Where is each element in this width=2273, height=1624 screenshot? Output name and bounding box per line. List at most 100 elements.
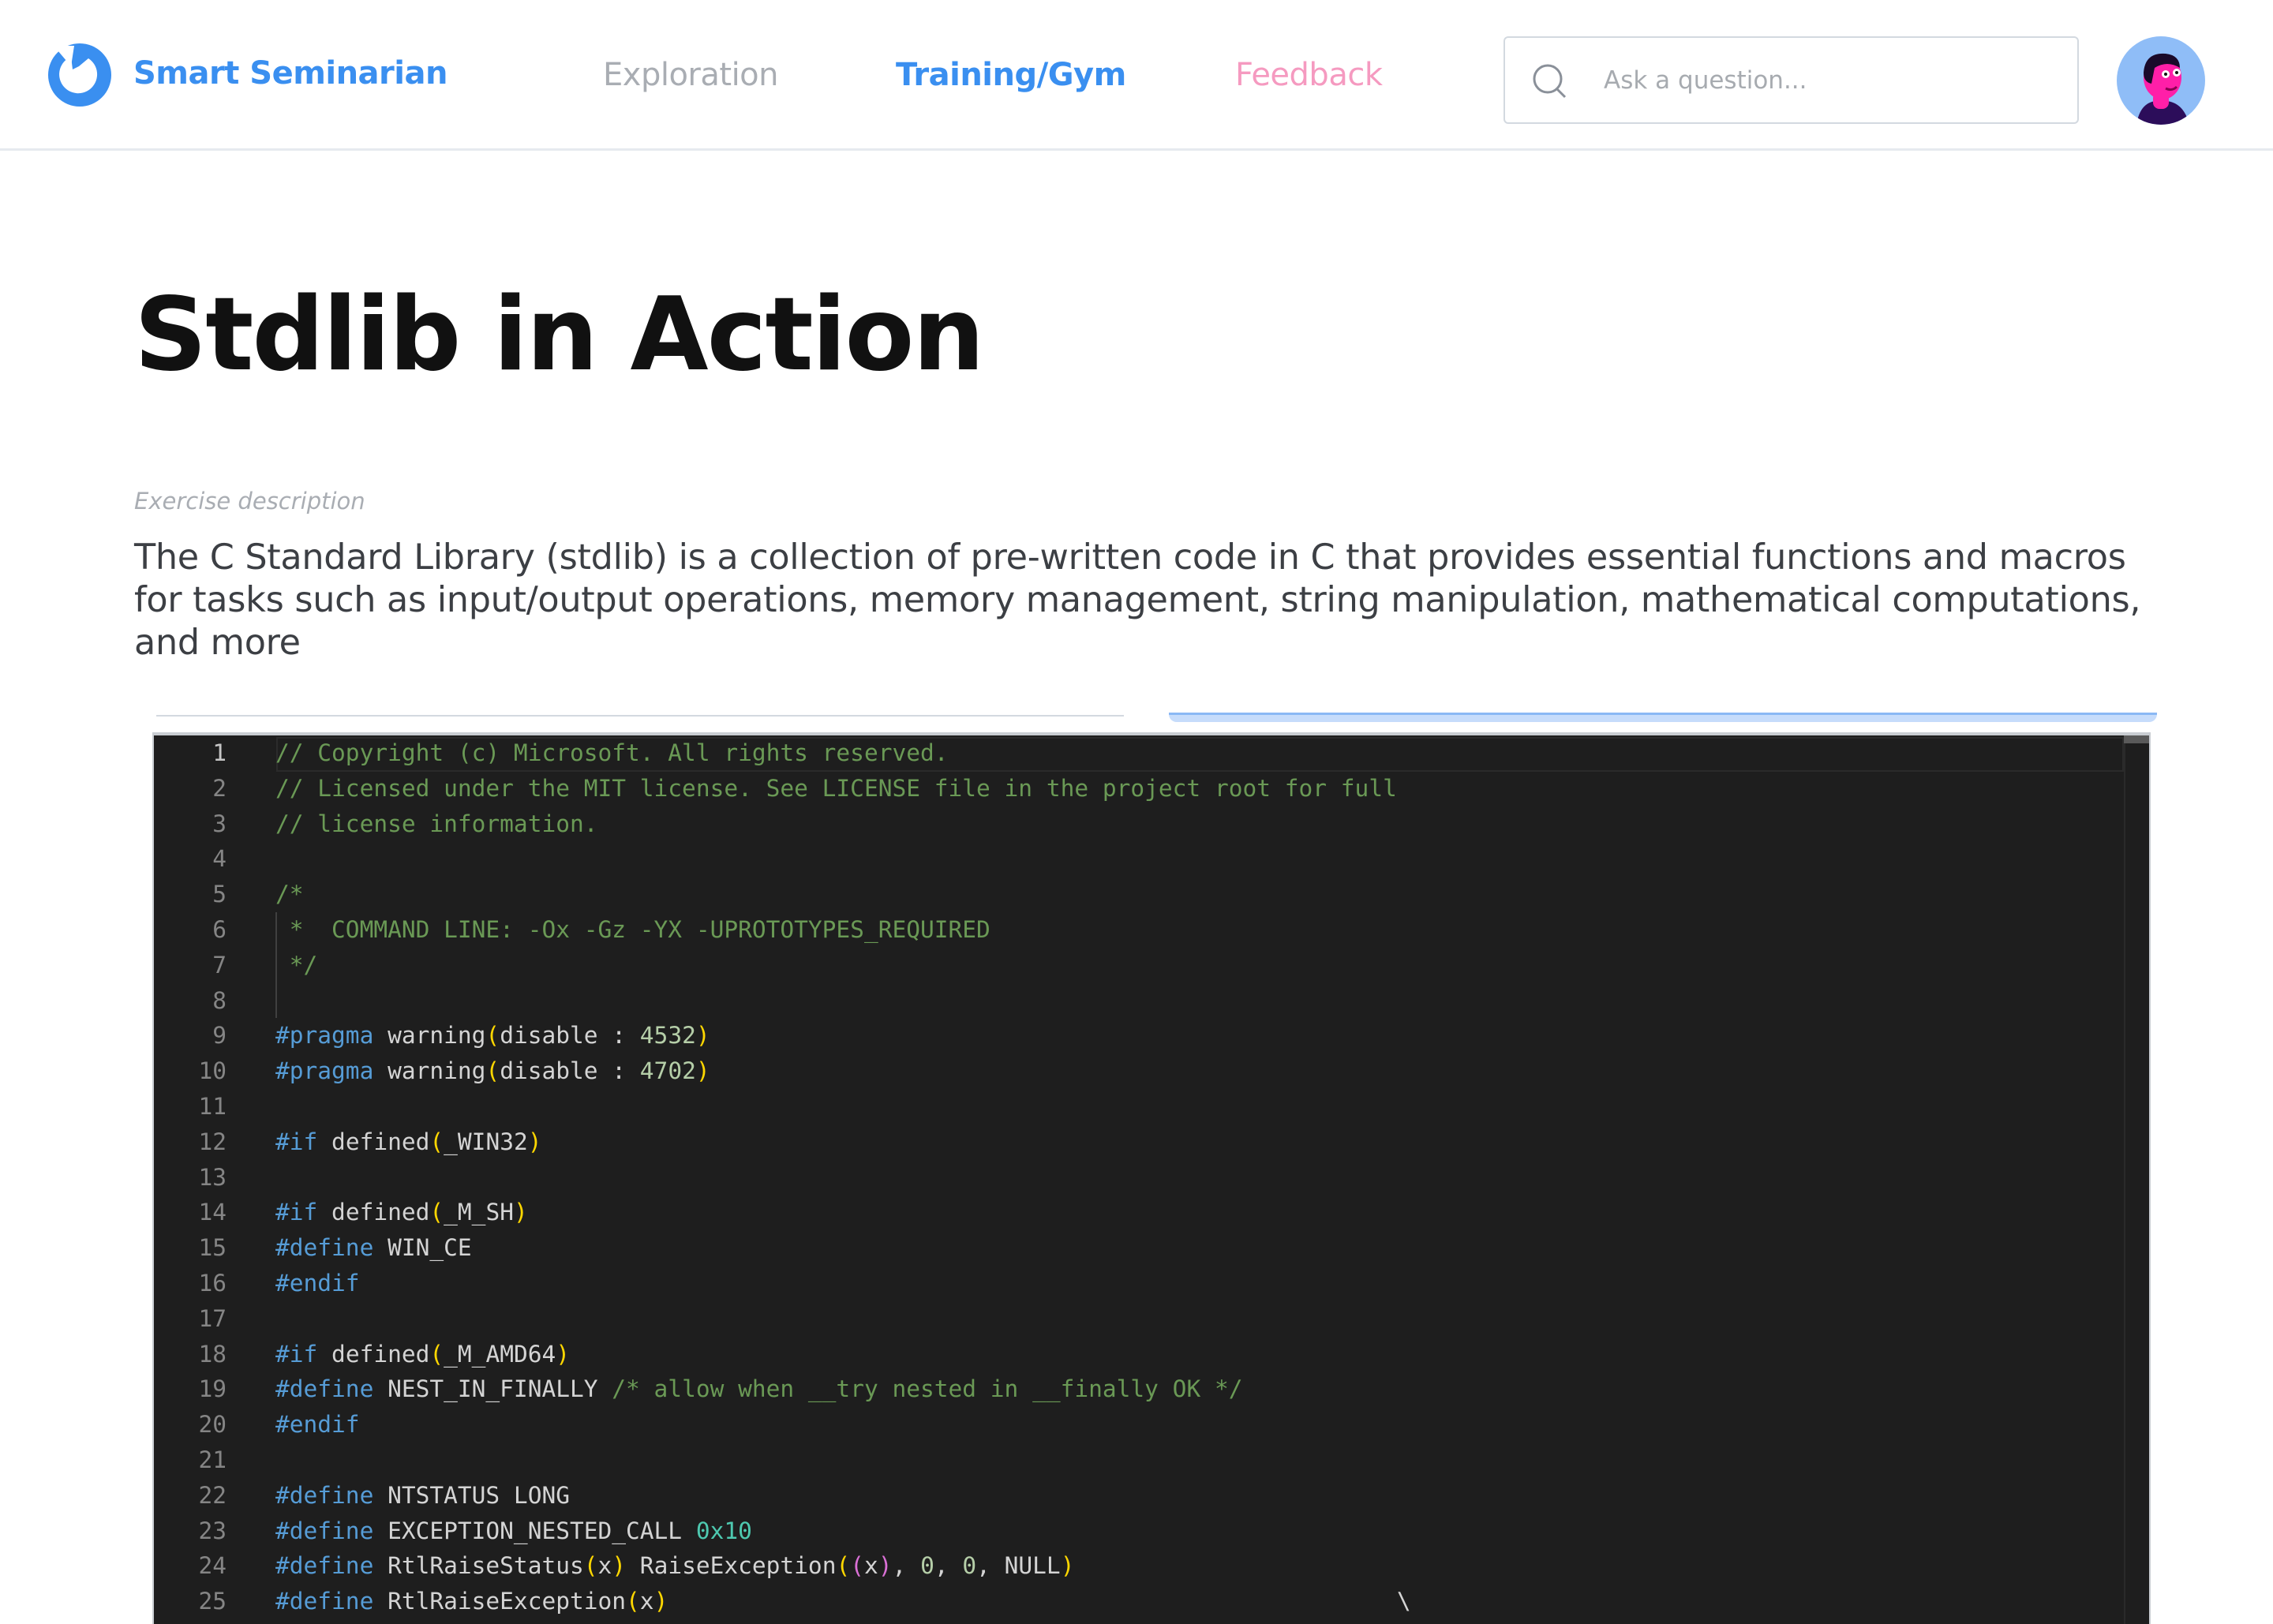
token-text: defined [317, 1340, 430, 1368]
search-icon [1533, 64, 1567, 99]
line-number: 23 [198, 1517, 227, 1544]
code-line[interactable]: 15 #define WIN_CE [154, 1230, 2149, 1266]
line-number: 15 [198, 1234, 227, 1262]
code-line[interactable]: 5 /* [154, 877, 2149, 912]
token-kw: #define [275, 1481, 374, 1509]
line-number: 18 [198, 1340, 227, 1368]
token-b1: ) [612, 1552, 627, 1580]
nav-feedback[interactable]: Feedback [1235, 57, 1383, 93]
token-b1: ) [513, 1199, 528, 1226]
token-text: _M_AMD64 [444, 1340, 556, 1368]
line-number: 25 [198, 1588, 227, 1615]
code-line[interactable]: 21 [154, 1443, 2149, 1478]
token-text: , [934, 1552, 963, 1580]
code-line[interactable]: 1 // Copyright (c) Microsoft. All rights … [154, 735, 2149, 771]
token-b1: ) [527, 1128, 542, 1155]
token-text: warning [373, 1057, 486, 1085]
token-text: _M_SH [444, 1199, 514, 1226]
logo-icon[interactable] [47, 43, 112, 107]
token-b1: ( [485, 1057, 500, 1085]
code-line[interactable]: 20 #endif [154, 1407, 2149, 1443]
token-kw: #pragma [275, 1022, 374, 1050]
indent-guide [275, 982, 277, 1019]
line-number: 24 [198, 1552, 227, 1580]
top-nav-bar: Smart Seminarian Exploration Training/Gy… [0, 0, 2273, 151]
line-number: 19 [198, 1375, 227, 1403]
code-line[interactable]: 4 [154, 841, 2149, 877]
token-b1: ( [429, 1199, 444, 1226]
search-box[interactable] [1503, 36, 2079, 124]
code-line[interactable]: 11 [154, 1089, 2149, 1124]
scrollbar-thumb[interactable] [2124, 735, 2149, 743]
line-number: 22 [198, 1481, 227, 1509]
description-label: Exercise description [134, 488, 365, 515]
search-input[interactable] [1604, 58, 2046, 103]
nav-training-gym[interactable]: Training/Gym [896, 57, 1126, 93]
token-text: RaiseException [626, 1552, 837, 1580]
code-line[interactable]: 12 #if defined(_WIN32) [154, 1124, 2149, 1160]
code-line[interactable]: 6 * COMMAND LINE: -Ox -Gz -YX -UPROTOTYP… [154, 911, 2149, 948]
code-line[interactable]: 22 #define NTSTATUS LONG [154, 1478, 2149, 1514]
code-line[interactable]: 3 // license information. [154, 806, 2149, 842]
token-text: \ [668, 1588, 1411, 1615]
line-code: /* [275, 877, 304, 912]
code-line[interactable]: 25 #define RtlRaiseException(x) \ [154, 1584, 2149, 1619]
line-code: // Copyright (c) Microsoft. All rights r… [275, 735, 949, 771]
token-b1: ( [583, 1552, 598, 1580]
nav-exploration[interactable]: Exploration [603, 57, 779, 93]
line-code: // Licensed under the MIT license. See L… [275, 771, 1397, 806]
code-line[interactable]: 16 #endif [154, 1266, 2149, 1301]
page-title: Stdlib in Action [134, 276, 985, 394]
token-b2: ( [850, 1552, 864, 1580]
line-code: // license information. [275, 806, 598, 842]
line-code: #define RtlRaiseStatus(x) RaiseException… [275, 1548, 1074, 1584]
token-text: EXCEPTION_NESTED_CALL [373, 1517, 696, 1544]
line-number: 8 [212, 986, 227, 1014]
token-comment: // Copyright (c) Microsoft. All rights r… [275, 739, 949, 766]
code-line[interactable]: 13 [154, 1160, 2149, 1196]
token-kw: #pragma [275, 1057, 374, 1085]
token-b1: ) [556, 1340, 571, 1368]
brand-name[interactable]: Smart Seminarian [133, 55, 447, 92]
token-text: defined [317, 1128, 430, 1155]
code-line[interactable]: 24 #define RtlRaiseStatus(x) RaiseExcepti… [154, 1548, 2149, 1584]
line-number: 21 [198, 1446, 227, 1473]
token-text: RtlRaiseException [373, 1588, 627, 1615]
code-lines: 1 // Copyright (c) Microsoft. All rights … [154, 735, 2149, 1619]
token-kw: #endif [275, 1269, 360, 1297]
vertical-scrollbar[interactable] [2124, 735, 2149, 1624]
line-number: 3 [212, 810, 227, 837]
line-number: 1 [212, 739, 227, 766]
code-editor[interactable]: 1 // Copyright (c) Microsoft. All rights … [152, 732, 2151, 1624]
code-line[interactable]: 7 */ [154, 947, 2149, 983]
token-kw: #define [275, 1375, 374, 1403]
token-kw: #if [275, 1340, 318, 1368]
line-number: 14 [198, 1199, 227, 1226]
line-code: */ [275, 948, 318, 983]
code-line[interactable]: 9 #pragma warning(disable : 4532) [154, 1018, 2149, 1053]
token-comment: // Licensed under the MIT license. See L… [275, 774, 1397, 802]
line-number: 13 [198, 1163, 227, 1191]
token-text: disable : [500, 1057, 640, 1085]
line-number: 6 [212, 915, 227, 943]
code-line[interactable]: 2 // Licensed under the MIT license. See … [154, 771, 2149, 806]
tab-inactive[interactable] [156, 715, 1124, 717]
line-code: * COMMAND LINE: -Ox -Gz -YX -UPROTOTYPES… [275, 912, 990, 948]
token-text: x [597, 1552, 612, 1580]
code-line[interactable]: 23 #define EXCEPTION_NESTED_CALL 0x10 [154, 1514, 2149, 1549]
token-b1: ( [429, 1128, 444, 1155]
user-avatar[interactable] [2117, 36, 2205, 125]
tab-active[interactable] [1169, 713, 2157, 722]
line-code: #endif [275, 1407, 360, 1443]
line-number: 12 [198, 1128, 227, 1155]
code-line[interactable]: 18 #if defined(_M_AMD64) [154, 1337, 2149, 1372]
code-line[interactable]: 10 #pragma warning(disable : 4702) [154, 1053, 2149, 1089]
code-line[interactable]: 14 #if defined(_M_SH) [154, 1195, 2149, 1230]
code-line[interactable]: 19 #define NEST_IN_FINALLY /* allow when … [154, 1371, 2149, 1407]
code-line[interactable]: 17 [154, 1301, 2149, 1337]
line-code: #define WIN_CE [275, 1230, 472, 1266]
token-text: , [892, 1552, 921, 1580]
token-text: , NULL [976, 1552, 1061, 1580]
code-line[interactable]: 8 [154, 982, 2149, 1019]
token-text: disable : [500, 1022, 640, 1050]
